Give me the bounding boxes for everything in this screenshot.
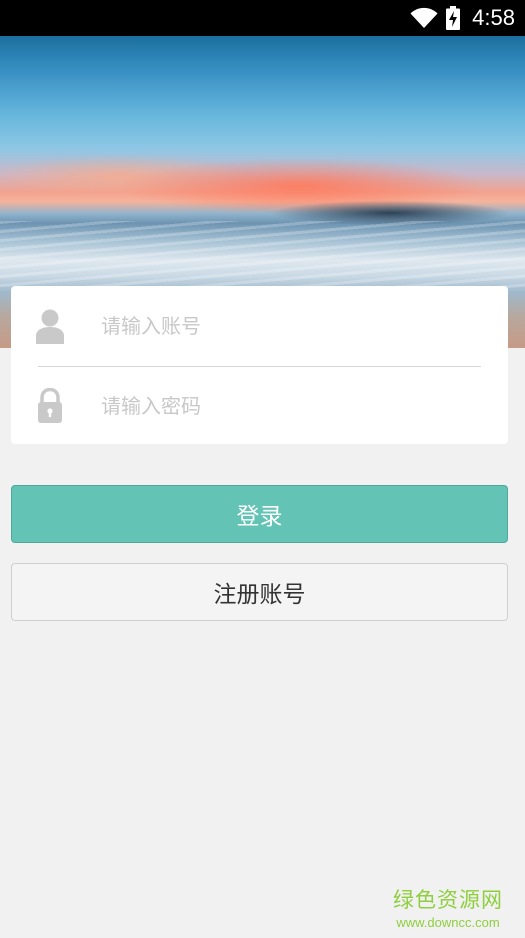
status-bar: 4:58 <box>0 0 525 36</box>
account-input[interactable] <box>101 306 481 346</box>
user-icon <box>35 308 65 344</box>
register-button[interactable]: 注册账号 <box>11 563 508 621</box>
lock-icon <box>35 387 65 424</box>
watermark-url: www.downcc.com <box>396 915 500 930</box>
login-screen: 4:58 登 <box>0 0 525 938</box>
login-card <box>11 286 508 444</box>
login-button[interactable]: 登录 <box>11 485 508 543</box>
watermark: 绿色资源网 www.downcc.com <box>393 884 503 930</box>
password-row <box>11 366 508 444</box>
status-time: 4:58 <box>472 5 515 30</box>
watermark-title: 绿色资源网 <box>393 888 503 912</box>
battery-charging-icon <box>446 6 461 30</box>
password-input[interactable] <box>101 386 481 426</box>
account-row <box>11 286 508 364</box>
hero-waves <box>0 221 525 291</box>
wifi-icon <box>410 7 438 29</box>
